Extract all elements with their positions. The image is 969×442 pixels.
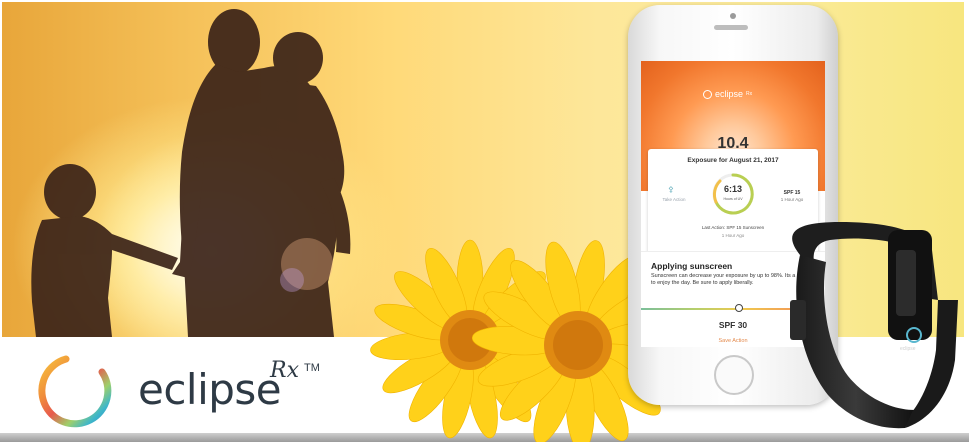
wristband-device-image <box>790 222 958 429</box>
hero-banner: eclipse Rx TM eclipse Rx 10.4 Exposure f… <box>0 0 969 442</box>
wristband-label: eclipse <box>900 346 916 352</box>
